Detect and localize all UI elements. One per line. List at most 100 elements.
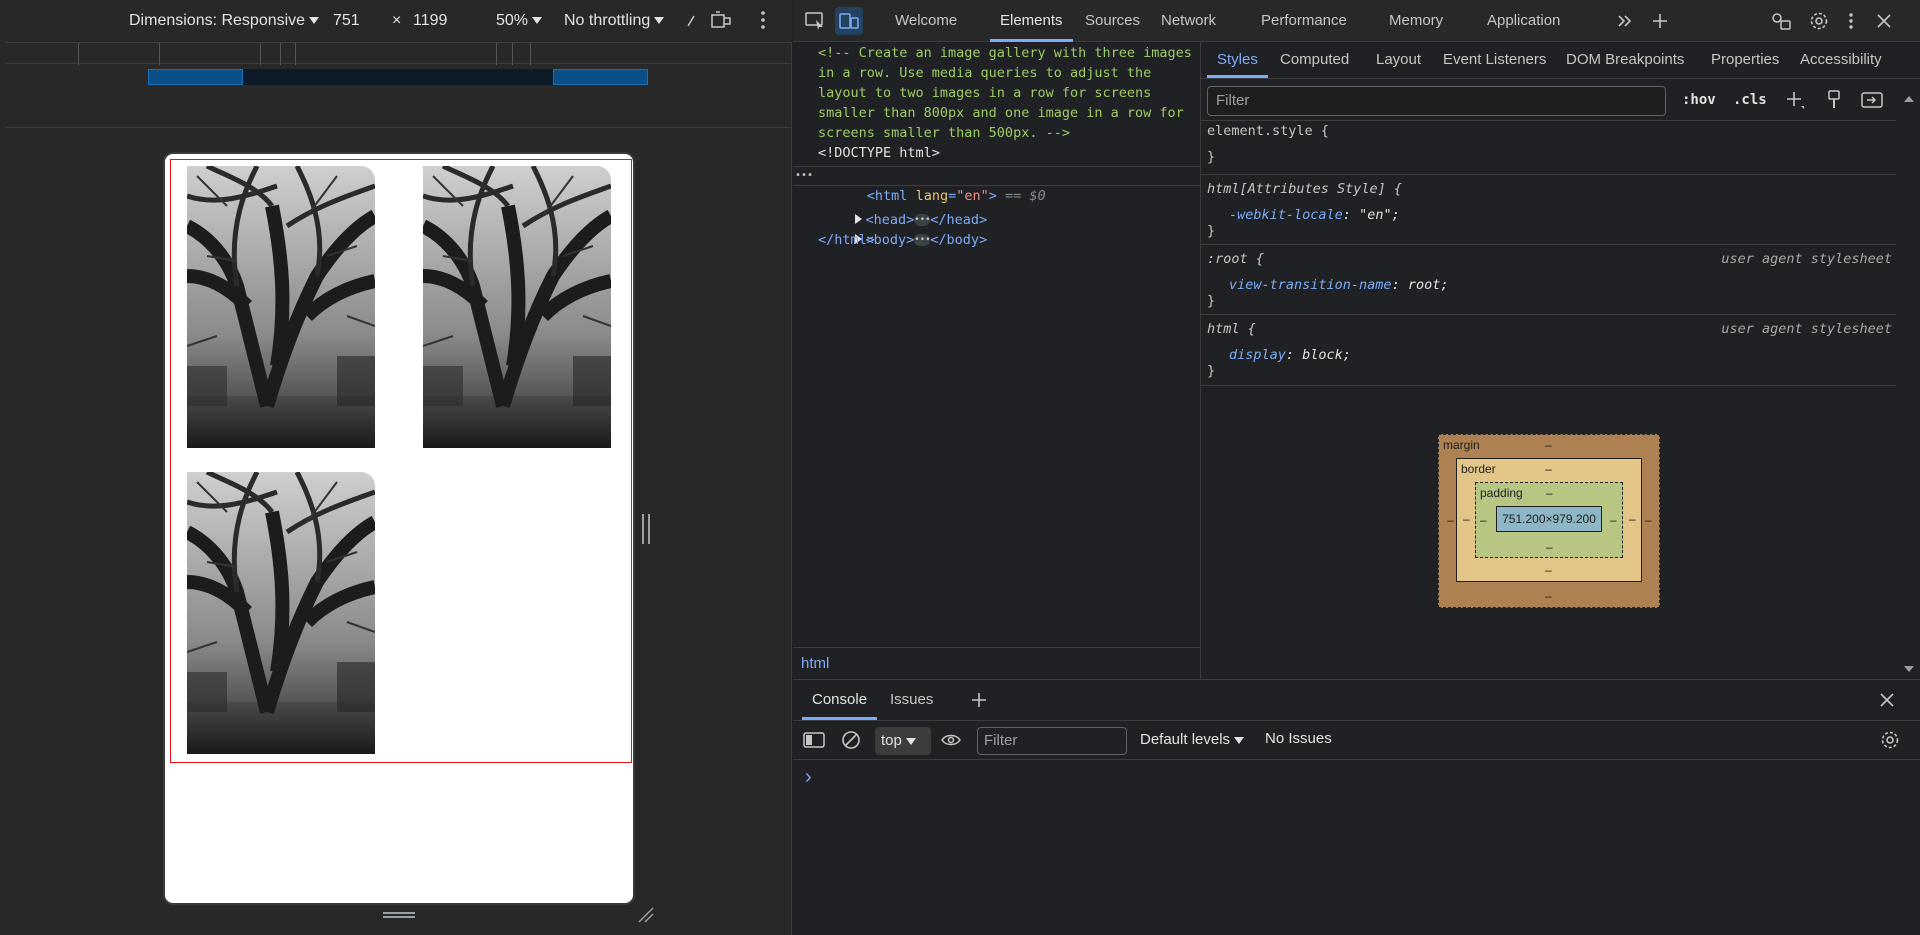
device-posture-icon[interactable] <box>710 10 732 34</box>
throttling-label: No throttling <box>564 12 651 29</box>
device-toolbar-toggle-icon[interactable] <box>835 7 863 35</box>
rule-selector: :root { <box>1207 251 1264 267</box>
viewport-resize-handle-bottom[interactable] <box>383 912 415 918</box>
style-rule-html: html { user agent stylesheet display: bl… <box>1201 314 1896 386</box>
clear-console-icon[interactable] <box>841 730 861 754</box>
rotate-icon[interactable] <box>686 14 700 32</box>
log-levels-dropdown[interactable]: Default levels <box>1140 731 1245 748</box>
toggle-sidebar-icon[interactable] <box>1861 91 1883 113</box>
device-viewport <box>163 152 635 905</box>
rule-close-brace: } <box>1207 149 1216 165</box>
add-drawer-tab-icon[interactable] <box>971 692 987 712</box>
collapsed-children-icon[interactable]: ••• <box>914 234 931 246</box>
breadcrumb-html[interactable]: html <box>801 655 829 672</box>
device-toolbar: Dimensions: Responsive 751 × 1199 50% No… <box>0 0 792 42</box>
console-sidebar-icon[interactable] <box>803 731 825 753</box>
tab-application[interactable]: Application <box>1487 0 1560 42</box>
rule-property[interactable]: -webkit-locale: "en"; <box>1229 207 1400 223</box>
dom-doctype: <!DOCTYPE html> <box>818 145 940 161</box>
close-devtools-icon[interactable] <box>1870 7 1898 35</box>
dimensions-label: Dimensions: Responsive <box>129 12 306 29</box>
tab-sources[interactable]: Sources <box>1085 0 1140 42</box>
console-filter-input[interactable]: Filter <box>977 727 1127 755</box>
media-query-bar[interactable] <box>148 69 648 85</box>
devtools-menu-icon[interactable] <box>1837 7 1865 35</box>
viewport-resize-handle-right[interactable] <box>642 514 650 544</box>
margin-label: margin <box>1443 438 1480 452</box>
paint-brush-icon[interactable] <box>1826 90 1842 114</box>
gallery-image-1 <box>187 166 375 448</box>
rule-property[interactable]: display: block; <box>1229 347 1351 363</box>
more-tabs-icon[interactable] <box>1611 7 1639 35</box>
context-label: top <box>881 732 902 749</box>
elements-dom-tree: <!-- Create an image gallery with three … <box>793 42 1200 647</box>
html-close-tag: </html> <box>818 232 875 248</box>
gallery-image-2 <box>423 166 611 448</box>
tab-issues[interactable]: Issues <box>890 680 933 720</box>
dom-comment-line: in a row. Use media queries to adjust th… <box>818 65 1152 81</box>
more-options-icon[interactable] <box>760 10 766 34</box>
hov-toggle[interactable]: :hov <box>1682 92 1716 108</box>
scroll-up-icon[interactable] <box>1903 90 1915 107</box>
live-expression-eye-icon[interactable] <box>941 732 961 752</box>
tab-network[interactable]: Network <box>1161 0 1216 42</box>
tab-computed[interactable]: Computed <box>1280 42 1349 78</box>
styles-tab-bar: Styles Computed Layout Event Listeners D… <box>1201 42 1920 79</box>
styles-filter-input[interactable]: Filter <box>1207 86 1666 116</box>
width-input[interactable]: 751 <box>333 12 360 30</box>
tab-layout[interactable]: Layout <box>1376 42 1421 78</box>
console-settings-gear-icon[interactable] <box>1880 730 1900 754</box>
rule-selector[interactable]: element.style { <box>1207 123 1329 139</box>
tab-properties[interactable]: Properties <box>1711 42 1779 78</box>
settings-gear-icon[interactable] <box>1805 7 1833 35</box>
dimensions-dropdown[interactable]: Dimensions: Responsive <box>129 12 320 30</box>
scroll-down-icon[interactable] <box>1903 660 1915 677</box>
issues-counter[interactable]: No Issues <box>1265 730 1332 747</box>
node-actions-dots[interactable]: ••• <box>795 166 813 186</box>
device-emulation-pane: Dimensions: Responsive 751 × 1199 50% No… <box>0 0 792 935</box>
rule-selector: html { <box>1207 321 1256 337</box>
console-drawer: Console Issues top Filter Default levels… <box>793 679 1920 935</box>
gallery-image-3 <box>187 472 375 754</box>
padding-label: padding <box>1480 486 1523 500</box>
log-levels-label: Default levels <box>1140 731 1231 748</box>
tab-welcome[interactable]: Welcome <box>895 0 957 42</box>
box-model-content[interactable]: 751.200×979.200 <box>1496 506 1602 532</box>
styles-sidebar: Styles Computed Layout Event Listeners D… <box>1200 42 1920 679</box>
times-sign: × <box>392 12 402 29</box>
add-tab-icon[interactable] <box>1646 7 1674 35</box>
rule-property[interactable]: view-transition-name: root; <box>1229 277 1448 293</box>
zoom-dropdown[interactable]: 50% <box>496 12 543 30</box>
console-prompt[interactable]: › <box>805 766 812 789</box>
style-rule-attributes: html[Attributes Style] { -webkit-locale:… <box>1201 174 1896 244</box>
tab-memory[interactable]: Memory <box>1389 0 1443 42</box>
rule-close-brace: } <box>1207 293 1216 309</box>
tab-dom-breakpoints[interactable]: DOM Breakpoints <box>1566 42 1684 78</box>
tab-console[interactable]: Console <box>801 680 878 720</box>
viewport-resize-corner-icon[interactable] <box>637 906 655 924</box>
dom-comment-line: layout to two images in a row for screen… <box>818 85 1152 101</box>
customize-icon[interactable] <box>1767 7 1795 35</box>
tab-event-listeners[interactable]: Event Listeners <box>1443 42 1546 78</box>
rule-source: user agent stylesheet <box>1721 251 1892 267</box>
tab-accessibility[interactable]: Accessibility <box>1800 42 1882 78</box>
rule-close-brace: } <box>1207 223 1216 239</box>
style-rule-element: element.style { } <box>1201 120 1896 182</box>
new-style-rule-icon[interactable] <box>1785 90 1805 114</box>
border-label: border <box>1461 462 1496 476</box>
rule-source: user agent stylesheet <box>1721 321 1892 337</box>
dom-node-html[interactable]: ••• <html lang="en"> == $0 <box>793 166 1200 204</box>
inspect-element-icon[interactable] <box>801 7 829 35</box>
dom-comment-line: screens smaller than 500px. --> <box>818 125 1070 141</box>
dom-comment-line: smaller than 800px and one image in a ro… <box>818 105 1184 121</box>
tab-styles[interactable]: Styles <box>1207 42 1268 78</box>
cls-toggle[interactable]: .cls <box>1733 92 1767 108</box>
height-input[interactable]: 1199 <box>413 12 447 30</box>
tab-elements[interactable]: Elements <box>990 0 1072 42</box>
tab-performance[interactable]: Performance <box>1261 0 1347 42</box>
close-drawer-icon[interactable] <box>1879 692 1895 712</box>
context-selector[interactable]: top <box>875 727 931 755</box>
console-toolbar: top Filter Default levels No Issues <box>793 720 1920 760</box>
box-model-diagram: margin – – – – border – – – – padding – … <box>1438 434 1660 608</box>
throttling-dropdown[interactable]: No throttling <box>564 12 665 30</box>
